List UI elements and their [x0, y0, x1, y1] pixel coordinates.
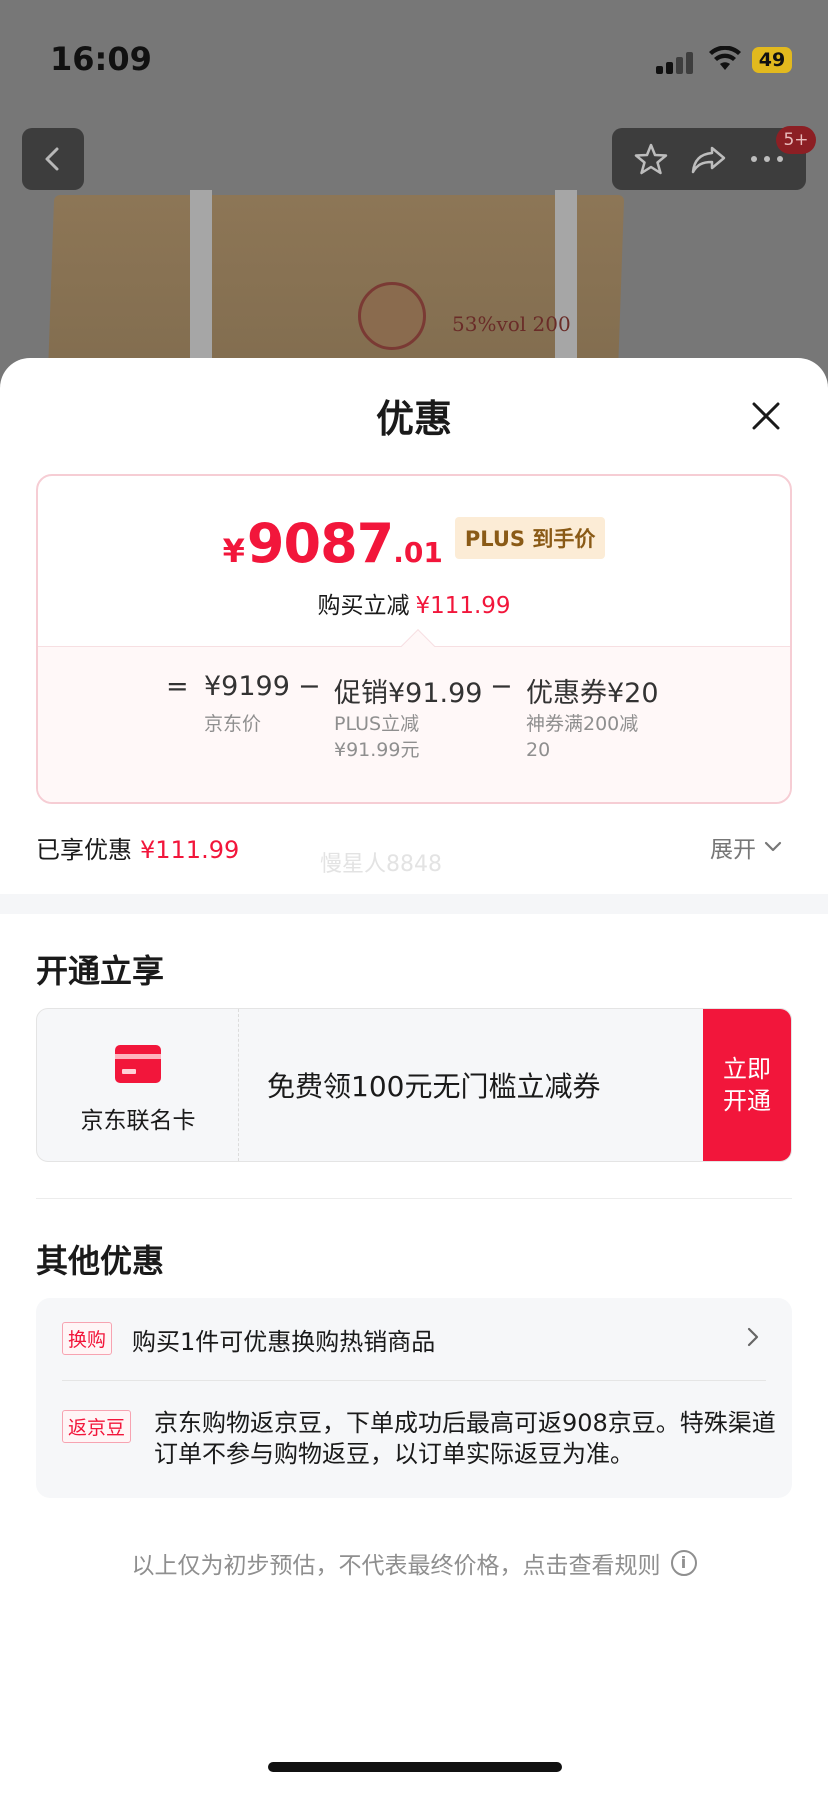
other-section-title: 其他优惠: [36, 1242, 165, 1280]
trade-in-text[interactable]: 购买1件可优惠换购热销商品: [132, 1322, 435, 1357]
back-button[interactable]: [22, 128, 84, 190]
chevron-left-icon: [45, 147, 59, 171]
other-discounts-list: 换购 购买1件可优惠换购热销商品 返京豆 京东购物返京豆，下单成功后最高可返90…: [36, 1298, 792, 1498]
open-now-button[interactable]: 立即开通: [703, 1009, 791, 1161]
row-divider: [62, 1380, 766, 1381]
message-badge: 5+: [776, 126, 816, 154]
rules-note[interactable]: 以上仅为初步预估，不代表最终价格，点击查看规则 i: [0, 1546, 828, 1580]
chevron-right-icon[interactable]: [746, 1326, 760, 1348]
formula-minus: −: [298, 671, 321, 702]
rules-note-text: 以上仅为初步预估，不代表最终价格，点击查看规则: [131, 1553, 661, 1579]
product-label: 53%vol 200: [452, 312, 571, 336]
coupon-amount: 优惠券¥20: [526, 678, 659, 709]
discount-sheet: 优惠 ¥ 9087 .01 PLUS 到手价 购买立减 ¥111.99 = ¥91…: [0, 358, 828, 1793]
divider: [36, 1198, 792, 1199]
price-breakdown-card: ¥ 9087 .01 PLUS 到手价 购买立减 ¥111.99 = ¥9199 …: [36, 474, 792, 804]
expand-label: 展开: [710, 837, 756, 863]
coupon-sub-amount: 20: [526, 739, 551, 761]
card-name: 京东联名卡: [80, 1108, 196, 1134]
card-offer-text: 免费领100元无门槛立减券: [267, 1070, 601, 1103]
jd-bean-text: 京东购物返京豆，下单成功后最高可返908京豆。特殊渠道订单不参与购物返豆，以订单…: [154, 1409, 776, 1468]
final-price: ¥ 9087 .01 PLUS 到手价: [38, 512, 790, 575]
close-icon[interactable]: [744, 394, 788, 438]
formula-minus: −: [490, 671, 513, 702]
info-icon[interactable]: i: [670, 1550, 697, 1576]
co-branded-card-offer[interactable]: 京东联名卡 免费领100元无门槛立减券 立即开通: [36, 1008, 792, 1162]
base-price: ¥9199: [204, 671, 290, 702]
status-time: 16:09: [50, 40, 152, 78]
enjoyed-discount: 已享优惠 ¥111.99: [36, 830, 239, 865]
promo-sub-amount: ¥91.99元: [334, 739, 420, 761]
section-divider: [0, 894, 828, 914]
home-indicator: [268, 1762, 562, 1772]
price-decimal: .01: [393, 536, 443, 569]
more-icon[interactable]: [749, 154, 785, 164]
instant-reduce: 购买立减 ¥111.99: [38, 586, 790, 620]
price-formula: = ¥9199 京东价 − 促销¥91.99 PLUS立减 ¥91.99元 − …: [38, 671, 790, 802]
enjoyed-amount: ¥111.99: [140, 836, 240, 864]
watermark: 慢星人8848: [320, 852, 442, 877]
wifi-icon: [709, 46, 741, 70]
reduce-label: 购买立减: [317, 593, 410, 619]
plus-price-tag: PLUS 到手价: [454, 516, 606, 559]
battery-indicator: 49: [752, 47, 792, 73]
product-seal: [358, 282, 426, 350]
enjoyed-label: 已享优惠: [36, 836, 132, 864]
signal-icon: [656, 50, 696, 74]
final-price-section: ¥ 9087 .01 PLUS 到手价 购买立减 ¥111.99: [38, 476, 790, 646]
chevron-down-icon: [764, 841, 782, 852]
trade-in-tag: 换购: [62, 1322, 113, 1355]
status-bar: 16:09 49: [0, 0, 828, 110]
price-formula-section: = ¥9199 京东价 − 促销¥91.99 PLUS立减 ¥91.99元 − …: [38, 646, 790, 802]
card-info: 京东联名卡: [37, 1009, 239, 1161]
reduce-amount: ¥111.99: [415, 593, 511, 619]
promo-sub-label: PLUS立减: [334, 713, 420, 735]
promo-amount: 促销¥91.99: [334, 678, 483, 709]
open-section-title: 开通立享: [36, 952, 165, 990]
base-price-label: 京东价: [204, 713, 262, 735]
expand-button[interactable]: 展开: [710, 830, 782, 864]
share-icon[interactable]: [690, 142, 728, 176]
jd-bean-tag: 返京豆: [62, 1410, 132, 1443]
coupon-sub-label: 神券满200减: [526, 713, 639, 735]
price-integer: 9087: [246, 512, 394, 575]
star-icon[interactable]: [633, 141, 669, 177]
sheet-title: 优惠: [375, 397, 452, 441]
price-currency: ¥: [222, 532, 245, 570]
credit-card-icon: [115, 1045, 161, 1083]
formula-equals: =: [166, 671, 189, 702]
